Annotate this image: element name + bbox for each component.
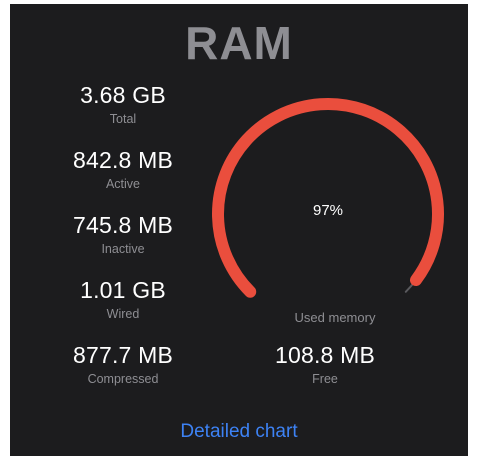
gauge-percent: 97% <box>312 202 344 219</box>
stat-total: 3.68 GB Total <box>48 81 198 127</box>
stat-wired-value: 1.01 GB <box>80 277 166 303</box>
stat-free-label: Free <box>312 372 338 386</box>
stat-total-label: Total <box>109 112 137 126</box>
stat-total-value: 3.68 GB <box>80 82 166 108</box>
gauge-label: Used memory <box>294 310 376 325</box>
detailed-chart-link[interactable]: Detailed chart <box>10 421 468 443</box>
stat-active-value: 842.8 MB <box>72 147 174 173</box>
ram-panel: RAM 3.68 GB Total 842.8 MB Active 745.8 … <box>10 4 468 456</box>
stat-inactive: 745.8 MB Inactive <box>48 211 198 257</box>
stat-wired-label: Wired <box>106 307 140 321</box>
page-title: RAM <box>185 17 293 69</box>
stat-inactive-value: 745.8 MB <box>72 212 174 238</box>
stat-active: 842.8 MB Active <box>48 146 198 192</box>
gauge-fill <box>212 98 444 298</box>
stat-free: 108.8 MB Free <box>250 341 400 387</box>
stat-free-value: 108.8 MB <box>274 342 376 368</box>
stat-active-label: Active <box>105 177 141 191</box>
stat-inactive-label: Inactive <box>101 242 145 256</box>
stat-compressed-value: 877.7 MB <box>72 342 174 368</box>
stat-compressed: 877.7 MB Compressed <box>48 341 198 387</box>
memory-gauge <box>212 98 444 298</box>
stat-compressed-label: Compressed <box>87 372 159 386</box>
stat-wired: 1.01 GB Wired <box>48 276 198 322</box>
